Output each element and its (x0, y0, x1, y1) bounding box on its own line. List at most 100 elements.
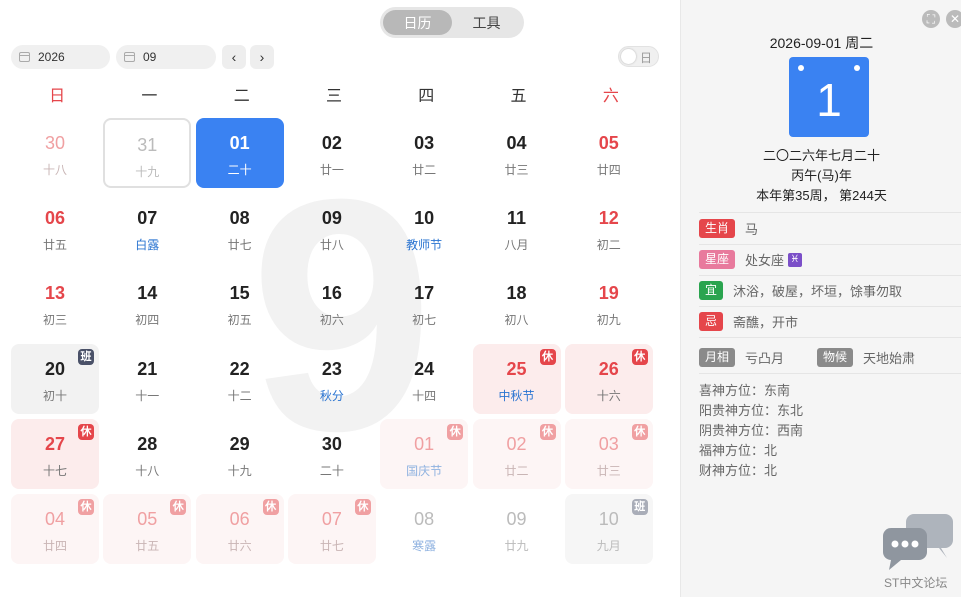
lunar-day: 十九 (227, 463, 252, 478)
day-cell[interactable]: 06 廿五 (11, 193, 99, 263)
day-view-toggle[interactable]: 日 (618, 46, 659, 67)
lunar-day: 廿六 (227, 539, 252, 553)
day-cell[interactable]: 13 初三 (11, 268, 99, 338)
direction-xishen: 喜神方位：东南 (699, 383, 791, 398)
day-cell[interactable]: 26 十六休 (564, 343, 653, 414)
day-cell[interactable]: 24 十四 (380, 344, 468, 414)
month-select[interactable]: 09 (116, 45, 216, 69)
day-cell[interactable]: 11 八月 (473, 193, 561, 263)
day-number: 12 (598, 208, 619, 229)
lunar-day: 廿九 (504, 539, 529, 553)
wuhou-tag: 物候 (817, 348, 854, 367)
festival-label: 秋分 (319, 388, 344, 403)
lunar-day: 初十 (42, 388, 67, 403)
tab-calendar[interactable]: 日历 (383, 10, 452, 35)
rest-badge: 休 (447, 423, 464, 440)
day-cell[interactable]: 05 廿五休 (103, 494, 192, 564)
festival-label: 中秋节 (498, 388, 535, 403)
day-cell[interactable]: 12 初二 (565, 193, 653, 263)
day-cell[interactable]: 02 廿一 (288, 118, 376, 188)
lunar-day: 廿五 (135, 539, 160, 553)
day-cell[interactable]: 21 十一 (103, 344, 191, 414)
shengxiao-row: 生肖 马 (699, 213, 961, 244)
day-cell[interactable]: 10 九月班 (564, 494, 653, 564)
rest-badge: 休 (78, 423, 94, 440)
day-cell[interactable]: 16 初六 (288, 268, 376, 338)
zodiac-icon: ♓ (788, 252, 803, 267)
lunar-day: 八月 (504, 238, 529, 253)
lunar-day: 九月 (596, 539, 621, 553)
rest-badge: 休 (262, 499, 279, 515)
day-cell[interactable]: 04 廿四休 (11, 494, 99, 564)
day-number: 09 (506, 509, 527, 529)
ji-value: 斋醮，开市 (733, 315, 799, 330)
year-select[interactable]: 2026 (11, 45, 110, 69)
big-day-number: 1 (816, 74, 842, 126)
day-cell[interactable]: 20 初十班 (11, 343, 99, 414)
day-cell[interactable]: 06 廿六休 (195, 494, 284, 564)
lunar-day: 廿二 (412, 163, 437, 177)
day-cell[interactable]: 04 廿三 (473, 118, 561, 188)
next-month-button[interactable]: › (250, 45, 274, 69)
lunar-day: 廿一 (319, 163, 344, 177)
day-cell[interactable]: 01 二十 (195, 118, 284, 188)
fullscreen-icon[interactable]: ⛶ (922, 10, 940, 28)
day-cell[interactable]: 07 白露 (103, 193, 191, 263)
lunar-day: 初二 (596, 238, 621, 253)
shengxiao-value: 马 (745, 222, 759, 237)
direction-fushen: 福神方位：北 (699, 443, 778, 458)
day-cell[interactable]: 14 初四 (103, 268, 191, 338)
day-cell[interactable]: 02 廿二休 (472, 418, 561, 489)
day-cell[interactable]: 25 中秋节休 (472, 343, 561, 414)
direction-yanggui: 阳贵神方位：东北 (699, 403, 804, 418)
close-icon[interactable]: ✕ (946, 10, 961, 28)
day-number: 30 (44, 133, 66, 153)
day-cell[interactable]: 18 初八 (473, 268, 561, 338)
day-cell[interactable]: 28 十八 (103, 419, 191, 489)
day-cell[interactable]: 19 初九 (565, 268, 653, 338)
lunar-day: 二十 (227, 163, 252, 177)
day-cell[interactable]: 08 廿七 (196, 193, 284, 263)
day-cell[interactable]: 10 教师节 (380, 193, 468, 263)
day-cell[interactable]: 07 廿七休 (287, 494, 376, 564)
day-cell[interactable]: 27 十七休 (11, 418, 99, 489)
day-number: 03 (414, 133, 435, 153)
rest-badge: 休 (78, 499, 94, 515)
day-cell[interactable]: 22 十二 (196, 344, 284, 414)
day-cell[interactable]: 30 二十 (288, 419, 376, 489)
day-number: 30 (321, 433, 342, 454)
divider (699, 337, 961, 338)
day-number: 31 (137, 135, 158, 155)
day-cell[interactable]: 05 廿四 (565, 118, 653, 188)
lunar-day: 初三 (42, 313, 67, 328)
day-number: 11 (506, 208, 527, 229)
ganzhi-year: 丙午(马)年 (791, 168, 852, 183)
day-cell[interactable]: 30 十八 (11, 118, 99, 188)
lunar-day: 十六 (596, 388, 621, 403)
day-cell[interactable]: 17 初七 (380, 268, 468, 338)
day-cell[interactable]: 15 初五 (196, 268, 284, 338)
day-cell[interactable]: 03 廿二 (380, 118, 468, 188)
day-cell[interactable]: 23 秋分 (288, 344, 376, 414)
lunar-day: 十七 (42, 463, 67, 478)
day-cell[interactable]: 09 廿八 (288, 193, 376, 263)
day-cell[interactable]: 03 廿三休 (564, 418, 653, 489)
day-cell[interactable]: 08 寒露 (380, 494, 468, 564)
day-cell[interactable]: 29 十九 (196, 419, 284, 489)
lunar-day: 十一 (135, 388, 160, 403)
lunar-day: 廿五 (42, 238, 67, 253)
day-cell[interactable]: 01 国庆节休 (380, 418, 469, 489)
prev-month-button[interactable]: ‹ (222, 45, 246, 69)
day-number: 21 (137, 358, 158, 379)
lunar-day: 廿四 (42, 539, 67, 553)
day-cell[interactable]: 31 十九 (103, 118, 192, 188)
day-number: 24 (414, 358, 435, 379)
weekday-sun: 日 (49, 88, 66, 105)
day-number: 06 (44, 208, 66, 229)
weekday-fri: 五 (510, 88, 527, 105)
tab-tools[interactable]: 工具 (452, 10, 521, 35)
yuexiang-tag: 月相 (699, 348, 736, 367)
day-cell[interactable]: 09 廿九 (473, 494, 561, 564)
lunar-day: 十四 (412, 388, 437, 403)
day-number: 10 (414, 208, 435, 229)
